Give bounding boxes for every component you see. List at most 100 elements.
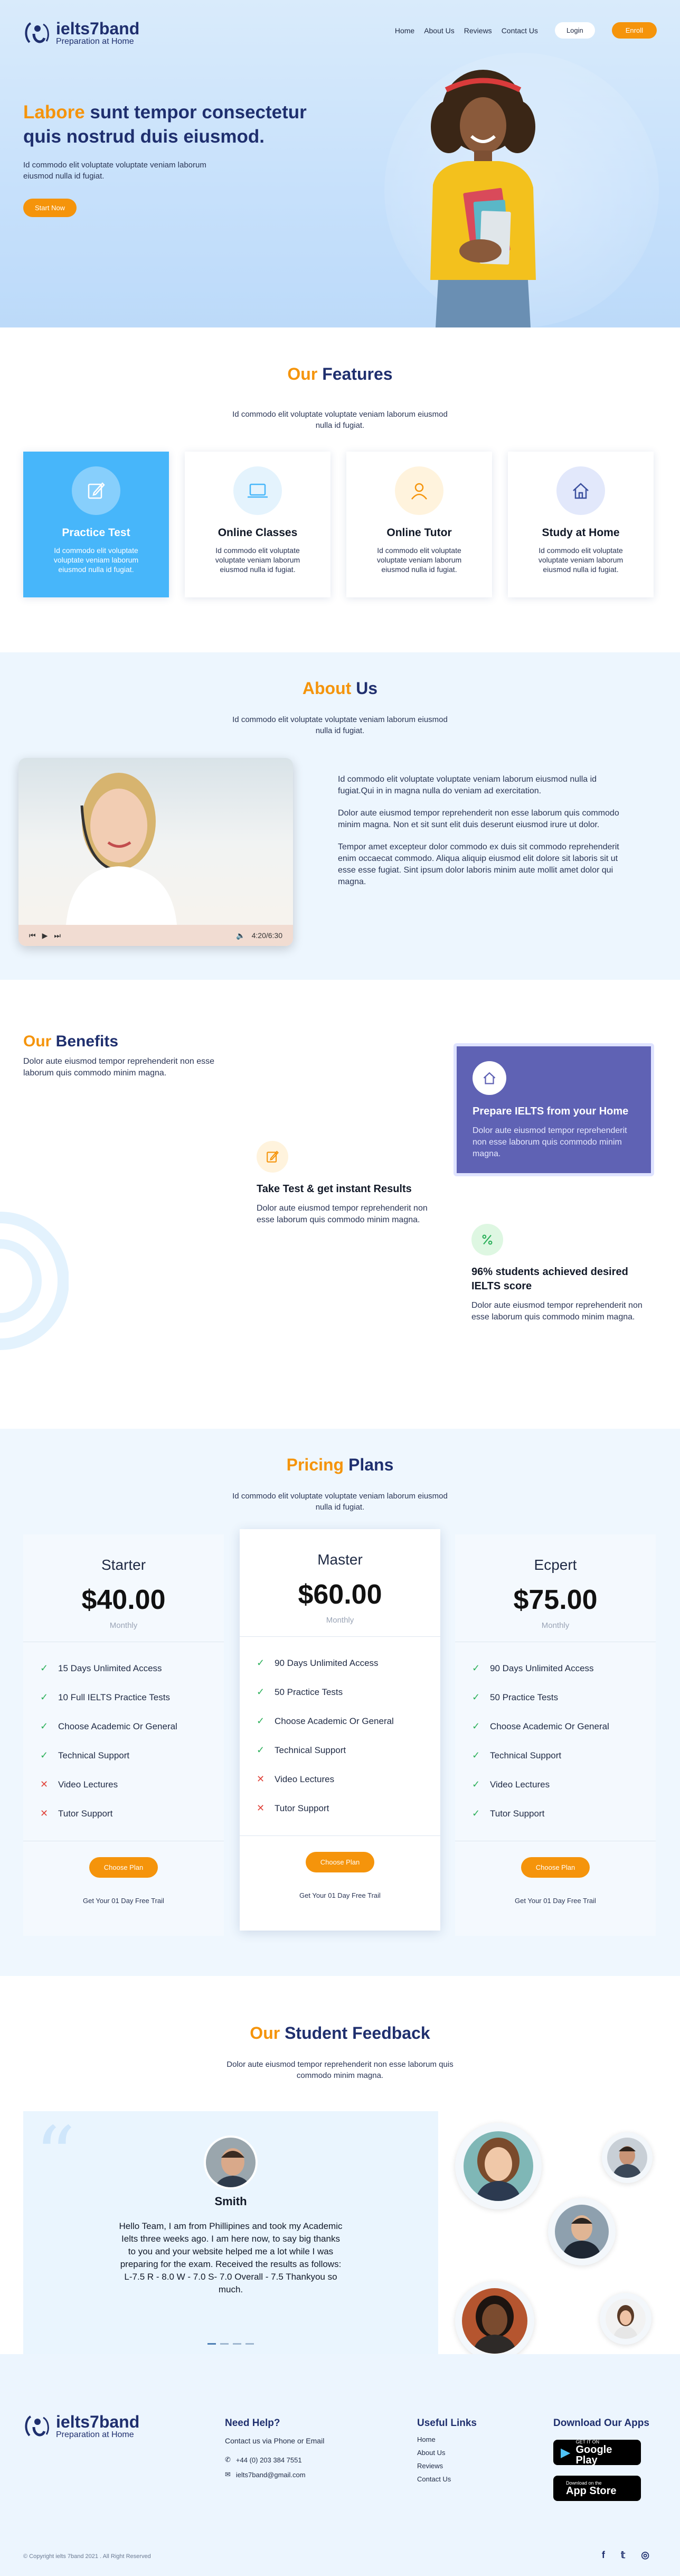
login-button[interactable]: Login <box>554 22 595 39</box>
help-line: Contact us via Phone or Email <box>225 2437 325 2445</box>
play-icon[interactable]: ▶ <box>42 931 48 940</box>
choose-plan-button[interactable]: Choose Plan <box>89 1857 158 1878</box>
logo[interactable]: ielts7band Preparation at Home <box>23 19 139 48</box>
cross-icon: ✕ <box>40 1808 49 1819</box>
phone-row[interactable]: ✆ +44 (0) 203 384 7551 <box>225 2456 324 2464</box>
plan-feature: ✓ 50 Practice Tests <box>472 1683 656 1712</box>
check-icon: ✓ <box>40 1750 49 1760</box>
about-title-a: About <box>302 679 352 698</box>
plan-period: Monthly <box>109 1621 138 1630</box>
benefits-title-a: Our <box>23 1033 52 1050</box>
check-icon: ✓ <box>472 1808 480 1819</box>
benefit-card-prepare-home[interactable]: Prepare IELTS from your Home Dolor aute … <box>454 1043 654 1176</box>
app-store-badge[interactable]: Download on the App Store <box>553 2476 641 2501</box>
feature-card-study-at-home[interactable]: Study at Home Id commodo elit voluptate … <box>508 452 654 597</box>
apple-big: App Store <box>566 2485 617 2497</box>
student-avatar-bubble[interactable] <box>455 2281 534 2360</box>
plan-feature-text: Technical Support <box>490 1750 562 1760</box>
edit-icon <box>72 466 120 515</box>
nav-reviews[interactable]: Reviews <box>464 26 492 35</box>
nav-home[interactable]: Home <box>395 26 414 35</box>
carousel-dot[interactable] <box>245 2343 254 2345</box>
plan-features: ✓ 15 Days Unlimited Access ✓ 10 Full IELTS… <box>23 1642 224 1828</box>
benefits-title-b: Benefits <box>51 1033 119 1050</box>
about-paragraph: Tempor amet excepteur dolor commodo ex d… <box>338 842 619 886</box>
check-icon: ✓ <box>257 1687 265 1697</box>
free-trial-link[interactable]: Get Your 01 Day Free Trail <box>455 1897 656 1905</box>
feature-card-online-classes[interactable]: Online Classes Id commodo elit voluptate… <box>185 452 330 597</box>
phone-number: +44 (0) 203 384 7551 <box>235 2456 302 2464</box>
features-subtitle: Id commodo elit voluptate voluptate veni… <box>232 410 448 430</box>
choose-plan-button[interactable]: Choose Plan <box>305 1852 375 1872</box>
plan-feature-text: Tutor Support <box>58 1808 113 1819</box>
plan-feature: ✓ 15 Days Unlimited Access <box>40 1654 224 1683</box>
feedback-title-a: Our <box>250 2024 280 2043</box>
plan-feature: ✓ 50 Practice Tests <box>257 1678 440 1707</box>
cross-icon: ✕ <box>257 1803 265 1813</box>
nav-about[interactable]: About Us <box>424 26 455 35</box>
feature-card-practice-test[interactable]: Practice Test Id commodo elit voluptate … <box>23 452 169 597</box>
testimonial-card: “ Smith Hello Team, I am from Phillipine… <box>23 2111 438 2354</box>
free-trial-link[interactable]: Get Your 01 Day Free Trail <box>240 1891 440 1899</box>
video-player[interactable]: ⏮ ▶ ⏭ 🔈 4:20/6:30 <box>18 758 293 946</box>
footer-logo[interactable]: ielts7band Preparation at Home <box>23 2412 139 2441</box>
brand-name: ielts7band <box>56 19 140 39</box>
benefits-section: Our Benefits Dolor aute eiusmod tempor r… <box>0 980 680 1429</box>
email-row[interactable]: ✉ ielts7band@gmail.com <box>225 2470 324 2479</box>
footer-help: Need Help? Contact us via Phone or Email… <box>225 2418 324 2479</box>
footer: ielts7band Preparation at Home Need Help… <box>0 2354 680 2576</box>
plan-feature: ✓ Video Lectures <box>472 1770 656 1799</box>
footer-apps: Download Our Apps ▶ GET IT ON Google Pla… <box>553 2418 649 2501</box>
student-avatar-bubble[interactable] <box>602 2132 653 2183</box>
plan-name: Master <box>317 1551 363 1568</box>
benefit-instant-results: Take Test & get instant Results Dolor au… <box>257 1141 431 1226</box>
cross-icon: ✕ <box>40 1779 49 1790</box>
footer-link-contact[interactable]: Contact Us <box>417 2475 477 2483</box>
plan-feature: ✓ 90 Days Unlimited Access <box>257 1648 440 1678</box>
carousel-dot[interactable] <box>233 2343 241 2345</box>
google-play-badge[interactable]: ▶ GET IT ON Google Play <box>553 2439 641 2466</box>
copyright: © Copyright ielts 7band 2021 . All Right… <box>23 2553 151 2560</box>
student-avatar-bubble[interactable] <box>600 2293 651 2345</box>
plan-feature: ✓ Choose Academic Or General <box>472 1712 656 1741</box>
check-icon: ✓ <box>257 1745 265 1755</box>
free-trial-link[interactable]: Get Your 01 Day Free Trail <box>23 1897 224 1905</box>
footer-link-home[interactable]: Home <box>417 2436 477 2443</box>
plan-period: Monthly <box>326 1616 354 1625</box>
skip-forward-icon[interactable]: ⏭ <box>54 931 61 940</box>
plan-feature-text: Tutor Support <box>275 1803 329 1813</box>
enroll-button[interactable]: Enroll <box>611 22 657 39</box>
plan-feature-text: Choose Academic Or General <box>490 1721 609 1731</box>
plan-feature: ✓ Technical Support <box>472 1741 656 1770</box>
instagram-icon[interactable]: ◎ <box>641 2550 649 2561</box>
footer-link-about[interactable]: About Us <box>417 2449 477 2457</box>
student-avatar-bubble[interactable] <box>548 2198 616 2265</box>
carousel-dots <box>23 2343 438 2345</box>
carousel-dot[interactable] <box>220 2343 229 2345</box>
volume-icon[interactable]: 🔈 <box>236 931 245 940</box>
pricing-subtitle: Id commodo elit voluptate voluptate veni… <box>232 1492 448 1512</box>
feature-card-online-tutor[interactable]: Online Tutor Id commodo elit voluptate v… <box>346 452 492 597</box>
plan-name: Starter <box>101 1557 146 1573</box>
footer-link-reviews[interactable]: Reviews <box>417 2462 477 2470</box>
choose-plan-button[interactable]: Choose Plan <box>521 1857 590 1878</box>
about-text: Id commodo elit voluptate voluptate veni… <box>338 774 623 898</box>
feature-desc: Id commodo elit voluptate voluptate veni… <box>53 546 139 574</box>
start-now-button[interactable]: Start Now <box>23 199 77 217</box>
brand-name: ielts7band <box>56 2412 140 2432</box>
plan-features: ✓ 90 Days Unlimited Access ✓ 50 Practice T… <box>455 1642 656 1828</box>
facebook-icon[interactable]: f <box>602 2550 605 2561</box>
plan-feature: ✕ Video Lectures <box>40 1770 224 1799</box>
nav-contact[interactable]: Contact Us <box>502 26 538 35</box>
carousel-dot[interactable] <box>207 2343 216 2345</box>
hero-title: Labore sunt tempor consectetur quis nost… <box>23 100 319 149</box>
skip-back-icon[interactable]: ⏮ <box>29 931 36 940</box>
benefit-title: 96% students achieved desired IELTS scor… <box>471 1266 628 1292</box>
student-avatar-bubble[interactable] <box>455 2123 542 2209</box>
twitter-icon[interactable]: 𝕥 <box>621 2550 625 2561</box>
percent-icon <box>471 1224 503 1256</box>
about-title-b: Us <box>351 679 378 698</box>
plan-feature-text: 15 Days Unlimited Access <box>58 1663 162 1673</box>
home-icon <box>473 1061 506 1095</box>
feedback-section: Our Student Feedback Dolor aute eiusmod … <box>0 1976 680 2360</box>
